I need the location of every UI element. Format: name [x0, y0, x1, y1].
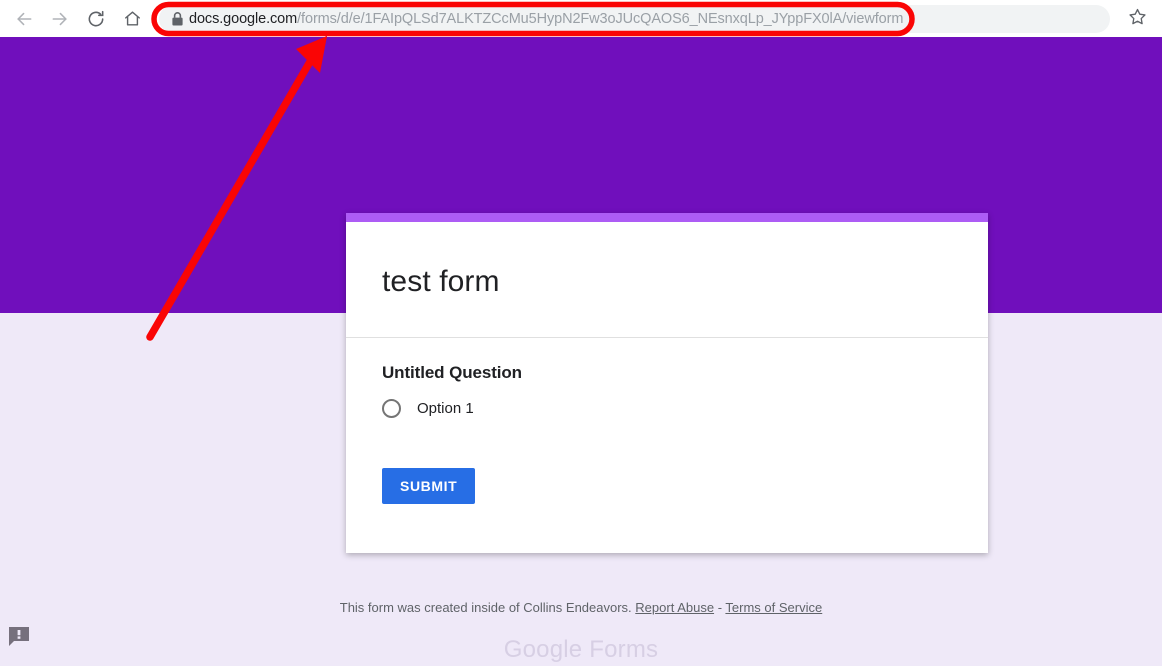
forward-button[interactable] — [45, 4, 75, 34]
reload-icon — [86, 9, 106, 29]
url-host: docs.google.com — [189, 10, 298, 27]
browser-toolbar: docs.google.com/forms/d/e/1FAIpQLSd7ALKT… — [0, 0, 1162, 37]
address-bar[interactable]: docs.google.com/forms/d/e/1FAIpQLSd7ALKT… — [159, 4, 1110, 33]
form-title: test form — [382, 265, 500, 298]
home-icon — [123, 9, 142, 28]
terms-of-service-link[interactable]: Terms of Service — [725, 600, 822, 615]
submit-button[interactable]: SUBMIT — [382, 468, 476, 504]
browser-window: docs.google.com/forms/d/e/1FAIpQLSd7ALKT… — [0, 0, 1162, 666]
footer-separator: - — [717, 600, 723, 615]
url-path: /forms/d/e/1FAIpQLSd7ALKTZCcMu5HypN2Fw3o… — [297, 10, 904, 27]
address-bar-url[interactable]: docs.google.com/forms/d/e/1FAIpQLSd7ALKT… — [189, 5, 903, 33]
radio-button-option-1[interactable] — [382, 399, 401, 418]
report-abuse-link[interactable]: Report Abuse — [635, 600, 714, 615]
google-forms-brand: Google Forms — [0, 636, 1162, 664]
home-button[interactable] — [117, 4, 147, 34]
brand-google-text: Google — [503, 636, 583, 663]
radio-option-row[interactable]: Option 1 — [346, 383, 988, 418]
feedback-bubble-icon — [9, 627, 31, 651]
arrow-left-icon — [14, 9, 34, 29]
back-button[interactable] — [9, 4, 39, 34]
star-icon — [1128, 7, 1147, 31]
radio-option-label: Option 1 — [417, 400, 474, 417]
card-accent-stripe — [346, 213, 988, 222]
brand-forms-text: Forms — [582, 636, 659, 663]
footer-notice: This form was created inside of Collins … — [339, 600, 632, 615]
feedback-button[interactable] — [9, 627, 31, 647]
question-title: Untitled Question — [382, 363, 522, 382]
form-card: test form Untitled Question Option 1 SUB… — [346, 213, 988, 553]
lock-icon — [171, 11, 184, 27]
arrow-right-icon — [50, 9, 70, 29]
reload-button[interactable] — [81, 4, 111, 34]
bookmark-button[interactable] — [1120, 2, 1154, 36]
form-footer: This form was created inside of Collins … — [0, 600, 1162, 615]
